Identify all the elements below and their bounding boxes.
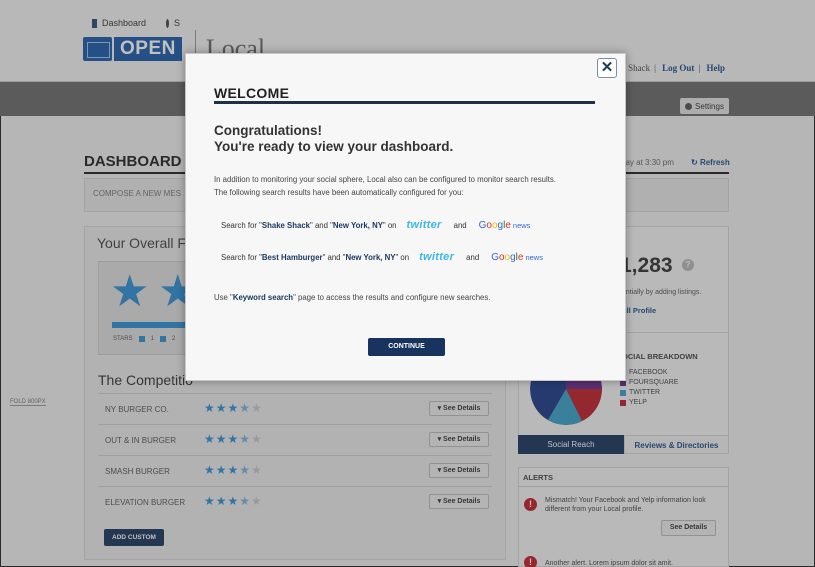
- search-config-row: Search for " Best Hamburger " and " New Yor…: [221, 251, 543, 263]
- search-and: and: [466, 252, 480, 262]
- continue-button[interactable]: CONTINUE: [368, 338, 445, 356]
- modal-title-divider: [214, 101, 595, 104]
- search-prefix: Search for ": [221, 252, 262, 262]
- search-term: Best Hamburger: [261, 252, 323, 262]
- search-config-row: Search for " Shake Shack " and " New York, …: [221, 219, 530, 231]
- close-icon[interactable]: ✕: [597, 58, 617, 78]
- keyword-pre: Use ": [214, 293, 233, 302]
- congrats-line-2: You're ready to view your dashboard.: [214, 139, 454, 154]
- search-prefix: Search for ": [221, 220, 262, 230]
- search-location: New York, NY: [345, 252, 396, 262]
- search-suffix: " on: [395, 252, 410, 262]
- modal-congrats: Congratulations! You're ready to view yo…: [214, 123, 453, 155]
- google-news-logo-icon: Google news: [491, 251, 543, 263]
- keyword-search-note: Use "Keyword search" page to access the …: [214, 293, 490, 302]
- keyword-post: " page to access the results and configu…: [293, 293, 491, 302]
- search-mid: " and ": [322, 252, 346, 262]
- search-term: Shake Shack: [261, 220, 311, 230]
- keyword-search-link[interactable]: Keyword search: [233, 293, 293, 302]
- body-line-1: In addition to monitoring your social sp…: [214, 175, 556, 184]
- search-and: and: [453, 220, 467, 230]
- modal-title: WELCOME: [214, 85, 290, 101]
- twitter-logo-icon: twitter: [419, 251, 455, 263]
- body-line-2: The following search results have been a…: [214, 188, 464, 197]
- search-suffix: " on: [382, 220, 397, 230]
- google-news-logo-icon: Google news: [478, 219, 531, 231]
- search-mid: " and ": [310, 220, 333, 230]
- twitter-logo-icon: twitter: [406, 219, 442, 231]
- modal-body: In addition to monitoring your social sp…: [214, 173, 556, 199]
- search-location: New York, NY: [332, 220, 383, 230]
- congrats-line-1: Congratulations!: [214, 123, 322, 138]
